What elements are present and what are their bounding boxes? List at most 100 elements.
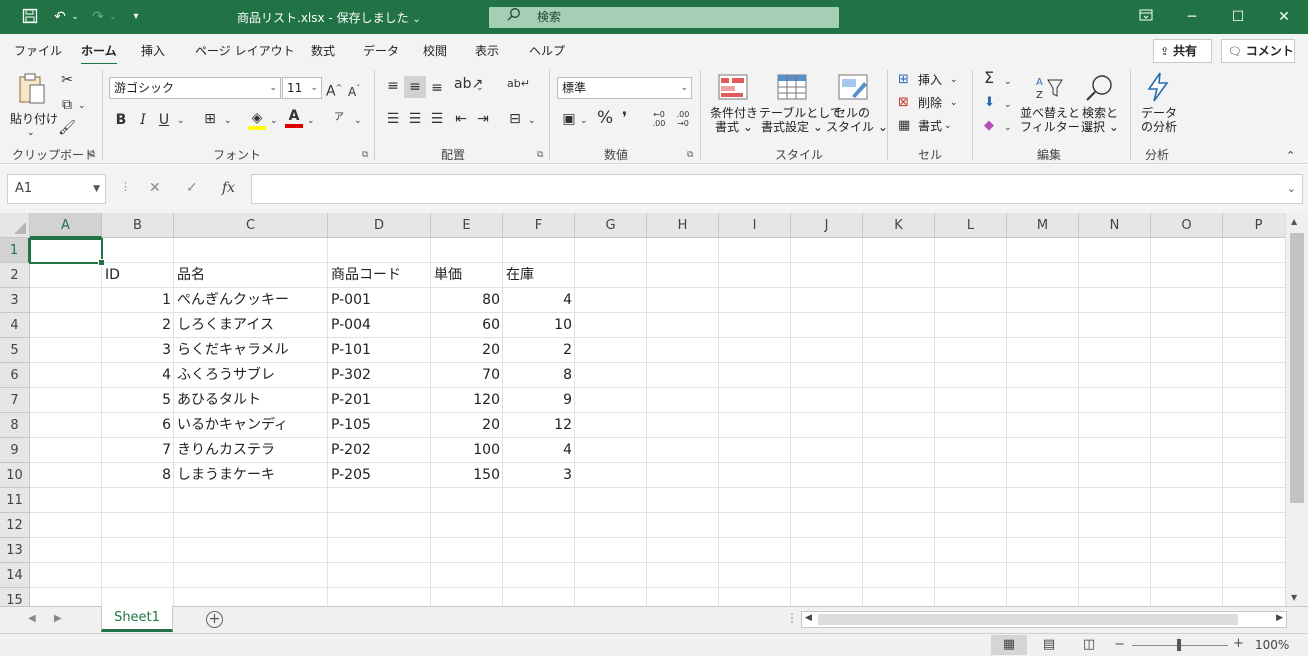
- cell-e8[interactable]: 20: [434, 413, 500, 438]
- cell-f8[interactable]: 12: [506, 413, 572, 438]
- formula-input[interactable]: ⌄: [251, 174, 1303, 204]
- row-header-15[interactable]: 15: [0, 588, 30, 606]
- row-header-3[interactable]: 3: [0, 288, 30, 313]
- page-layout-view-icon[interactable]: ▤: [1031, 635, 1067, 655]
- cell-d2[interactable]: 商品コード: [331, 263, 428, 288]
- analyze-data-button[interactable]: データ の分析: [1137, 72, 1181, 138]
- number-launcher-icon[interactable]: ⧉: [687, 150, 693, 160]
- align-top-icon[interactable]: ≡: [384, 78, 402, 94]
- column-header-o[interactable]: O: [1151, 213, 1223, 238]
- column-header-k[interactable]: K: [863, 213, 935, 238]
- format-painter-icon[interactable]: 🖌: [58, 120, 76, 136]
- share-button[interactable]: ⇪ 共有: [1153, 39, 1212, 63]
- format-as-table-button[interactable]: テーブルとして 書式設定 ⌄: [759, 72, 842, 138]
- cell-f6[interactable]: 8: [506, 363, 572, 388]
- cell-f10[interactable]: 3: [506, 463, 572, 488]
- row-header-12[interactable]: 12: [0, 513, 30, 538]
- cell-f5[interactable]: 2: [506, 338, 572, 363]
- alignment-launcher-icon[interactable]: ⧉: [537, 150, 543, 160]
- cell-d5[interactable]: P-101: [331, 338, 428, 363]
- accounting-dropdown-icon[interactable]: ⌄: [580, 113, 588, 129]
- align-left-icon[interactable]: ☰: [384, 111, 402, 127]
- copy-dropdown-icon[interactable]: ⌄: [78, 98, 86, 114]
- cell-e9[interactable]: 100: [434, 438, 500, 463]
- increase-decimal-icon[interactable]: ←0 .00: [648, 110, 670, 128]
- borders-icon[interactable]: ⊞: [202, 111, 218, 127]
- add-sheet-icon[interactable]: +: [206, 611, 223, 628]
- cell-e6[interactable]: 70: [434, 363, 500, 388]
- cell-b8[interactable]: 6: [105, 413, 171, 438]
- undo-dropdown-icon[interactable]: ⌄: [70, 8, 80, 26]
- font-launcher-icon[interactable]: ⧉: [362, 150, 368, 160]
- cell-b9[interactable]: 7: [105, 438, 171, 463]
- cell-c8[interactable]: いるかキャンディ: [177, 413, 325, 438]
- cell-c9[interactable]: きりんカステラ: [177, 438, 325, 463]
- clear-icon[interactable]: ◆: [984, 118, 994, 134]
- vertical-scrollbar[interactable]: ▲ ▼: [1285, 213, 1308, 606]
- font-size-dropdown[interactable]: 11 ⌄: [282, 77, 322, 99]
- align-bottom-icon[interactable]: ≡: [428, 80, 446, 96]
- row-header-11[interactable]: 11: [0, 488, 30, 513]
- underline-dropdown-icon[interactable]: ⌄: [177, 113, 185, 129]
- row-header-7[interactable]: 7: [0, 388, 30, 413]
- autosum-icon[interactable]: Σ: [984, 70, 994, 86]
- accounting-format-icon[interactable]: ▣: [560, 111, 578, 127]
- tab-help[interactable]: ヘルプ: [529, 42, 565, 59]
- grow-font-icon[interactable]: A^: [326, 80, 342, 100]
- column-header-g[interactable]: G: [575, 213, 647, 238]
- clipboard-launcher-icon[interactable]: ⧉: [89, 150, 95, 160]
- ribbon-display-options-icon[interactable]: [1136, 8, 1156, 26]
- row-header-9[interactable]: 9: [0, 438, 30, 463]
- font-color-icon[interactable]: A: [285, 108, 303, 128]
- align-center-icon[interactable]: ☰: [406, 111, 424, 127]
- insert-cells-button[interactable]: ⊞ 挿入 ⌄: [898, 72, 960, 90]
- document-title[interactable]: 商品リスト.xlsx - 保存しました ⌄: [237, 9, 421, 26]
- tab-insert[interactable]: 挿入: [141, 42, 165, 59]
- cell-c10[interactable]: しまうまケーキ: [177, 463, 325, 488]
- cell-d8[interactable]: P-105: [331, 413, 428, 438]
- fill-dropdown-icon[interactable]: ⌄: [1004, 97, 1012, 113]
- align-right-icon[interactable]: ☰: [428, 111, 446, 127]
- enter-icon[interactable]: ✓: [186, 180, 198, 196]
- phonetic-guide-icon[interactable]: ア: [334, 110, 344, 126]
- select-all-button[interactable]: [0, 213, 30, 238]
- fill-color-dropdown-icon[interactable]: ⌄: [270, 113, 278, 129]
- number-format-dropdown[interactable]: 標準 ⌄: [557, 77, 692, 99]
- cell-f9[interactable]: 4: [506, 438, 572, 463]
- column-header-n[interactable]: N: [1079, 213, 1151, 238]
- cell-d3[interactable]: P-001: [331, 288, 428, 313]
- column-header-b[interactable]: B: [102, 213, 174, 238]
- cell-c5[interactable]: らくだキャラメル: [177, 338, 325, 363]
- search-box[interactable]: 検索: [489, 7, 839, 28]
- column-header-m[interactable]: M: [1007, 213, 1079, 238]
- phonetic-dropdown-icon[interactable]: ⌄: [354, 113, 362, 129]
- row-header-13[interactable]: 13: [0, 538, 30, 563]
- bold-button[interactable]: B: [114, 112, 128, 128]
- row-header-4[interactable]: 4: [0, 313, 30, 338]
- decrease-indent-icon[interactable]: ⇤: [452, 111, 470, 127]
- zoom-slider-thumb[interactable]: [1177, 639, 1181, 651]
- delete-cells-button[interactable]: ⊠ 削除 ⌄: [898, 95, 960, 113]
- scroll-down-icon[interactable]: ▼: [1291, 593, 1297, 602]
- cell-c7[interactable]: あひるタルト: [177, 388, 325, 413]
- column-header-c[interactable]: C: [174, 213, 328, 238]
- tab-data[interactable]: データ: [363, 42, 399, 59]
- autosum-dropdown-icon[interactable]: ⌄: [1004, 74, 1012, 90]
- cell-b4[interactable]: 2: [105, 313, 171, 338]
- copy-icon[interactable]: ⧉: [58, 97, 76, 113]
- increase-indent-icon[interactable]: ⇥: [474, 111, 492, 127]
- expand-formula-icon[interactable]: ⌄: [1287, 182, 1296, 195]
- column-header-h[interactable]: H: [647, 213, 719, 238]
- cell-d9[interactable]: P-202: [331, 438, 428, 463]
- row-header-5[interactable]: 5: [0, 338, 30, 363]
- scroll-left-icon[interactable]: ◀: [805, 613, 812, 623]
- cell-f3[interactable]: 4: [506, 288, 572, 313]
- maximize-icon[interactable]: ☐: [1228, 8, 1248, 26]
- previous-sheet-icon[interactable]: ◀: [28, 613, 36, 624]
- row-header-14[interactable]: 14: [0, 563, 30, 588]
- customize-toolbar-icon[interactable]: ▾: [128, 8, 144, 26]
- page-break-preview-icon[interactable]: ◫: [1071, 635, 1107, 655]
- cell-b3[interactable]: 1: [105, 288, 171, 313]
- tab-home[interactable]: ホーム: [81, 42, 117, 65]
- tab-review[interactable]: 校閲: [423, 42, 447, 59]
